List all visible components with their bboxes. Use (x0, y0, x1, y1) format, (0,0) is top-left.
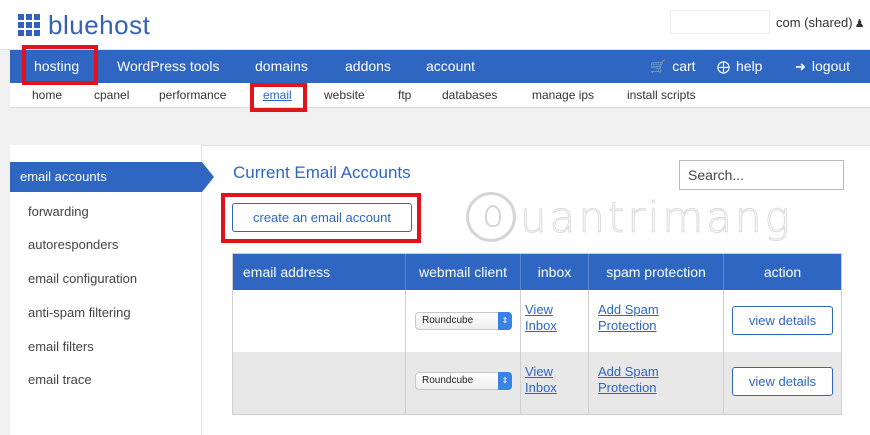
inbox-cell: View Inbox (521, 352, 589, 414)
column-header-email-address[interactable]: email address (233, 254, 406, 290)
action-cell: view details (724, 352, 841, 414)
spam-protection-cell: Add Spam Protection (589, 290, 724, 352)
sidebar-item-anti-spam-filtering[interactable]: anti-spam filtering (18, 298, 210, 328)
main-nav: hosting WordPress tools domains addons a… (10, 50, 870, 83)
nav-item-wordpress-tools[interactable]: WordPress tools (117, 50, 219, 83)
email-address-cell (233, 290, 406, 352)
webmail-cell: Roundcube ⇕ (406, 352, 521, 414)
webmail-client-select[interactable]: Roundcube ⇕ (415, 312, 512, 330)
cart-label: cart (672, 58, 696, 74)
view-inbox-line2: Inbox (525, 380, 557, 395)
sidebar-item-label: email accounts (20, 169, 107, 184)
column-header-spam-protection[interactable]: spam protection (589, 254, 724, 290)
webmail-cell: Roundcube ⇕ (406, 290, 521, 352)
add-spam-line2: Protection (598, 380, 657, 395)
add-spam-protection-link[interactable]: Add Spam Protection (598, 364, 659, 396)
subnav-item-databases[interactable]: databases (442, 83, 497, 108)
user-icon: ♟ (854, 18, 865, 30)
nav-logout[interactable]: ➜ logout (795, 50, 850, 83)
sidebar-item-email-accounts[interactable]: email accounts (10, 162, 214, 192)
sub-nav: home cpanel performance email website ft… (10, 83, 870, 108)
search-input[interactable] (679, 160, 844, 190)
subnav-item-website[interactable]: website (324, 83, 365, 108)
column-header-webmail-client[interactable]: webmail client (406, 254, 521, 290)
view-details-button[interactable]: view details (732, 367, 833, 396)
nav-item-domains[interactable]: domains (255, 50, 308, 83)
active-arrow-icon (202, 162, 214, 192)
subnav-item-cpanel[interactable]: cpanel (94, 83, 129, 108)
select-arrows-icon: ⇕ (498, 312, 512, 330)
select-arrows-icon: ⇕ (498, 372, 512, 390)
nav-item-hosting[interactable]: hosting (34, 50, 79, 83)
page-title: Current Email Accounts (233, 163, 411, 182)
lightbulb-icon (466, 192, 516, 242)
help-icon: ⨁ (717, 59, 730, 74)
action-cell: view details (724, 290, 841, 352)
account-label[interactable]: com (shared) ♟ (776, 15, 864, 30)
subnav-item-home[interactable]: home (32, 83, 62, 108)
watermark-text: uantrimang (520, 192, 793, 242)
subnav-item-manage-ips[interactable]: manage ips (532, 83, 594, 108)
view-inbox-line1: View (525, 364, 553, 379)
logout-label: logout (811, 58, 851, 74)
logo-text: bluehost (48, 10, 151, 40)
table-row: Roundcube ⇕ View Inbox Add Spam Protecti… (233, 352, 841, 414)
account-name-box (670, 10, 770, 34)
logout-icon: ➜ (795, 59, 806, 74)
logo-grid-icon (18, 14, 40, 36)
view-inbox-link[interactable]: View Inbox (525, 364, 557, 396)
view-inbox-line1: View (525, 302, 553, 317)
sidebar-item-email-filters[interactable]: email filters (18, 332, 210, 362)
email-address-cell (233, 352, 406, 414)
top-header: bluehost com (shared) ♟ (0, 0, 870, 50)
subnav-item-email[interactable]: email (263, 83, 292, 108)
nav-help[interactable]: ⨁ help (717, 50, 762, 83)
add-spam-line2: Protection (598, 318, 657, 333)
email-sidebar: email accounts forwarding autoresponders… (10, 145, 214, 435)
account-domain-text: com (shared) (776, 15, 853, 30)
sidebar-item-email-configuration[interactable]: email configuration (18, 264, 210, 294)
add-spam-protection-link[interactable]: Add Spam Protection (598, 302, 659, 334)
table-row: Roundcube ⇕ View Inbox Add Spam Protecti… (233, 290, 841, 352)
spam-protection-cell: Add Spam Protection (589, 352, 724, 414)
webmail-client-value: Roundcube (422, 315, 474, 326)
view-inbox-link[interactable]: View Inbox (525, 302, 557, 334)
watermark: uantrimang (466, 192, 793, 242)
add-spam-line1: Add Spam (598, 364, 659, 379)
sidebar-item-forwarding[interactable]: forwarding (18, 197, 210, 227)
add-spam-line1: Add Spam (598, 302, 659, 317)
create-email-account-button[interactable]: create an email account (232, 203, 412, 232)
sidebar-item-email-trace[interactable]: email trace (18, 365, 210, 395)
inbox-cell: View Inbox (521, 290, 589, 352)
sidebar-item-autoresponders[interactable]: autoresponders (18, 230, 210, 260)
subnav-item-install-scripts[interactable]: install scripts (627, 83, 696, 108)
page: bluehost com (shared) ♟ hosting WordPress… (0, 0, 870, 435)
column-header-action[interactable]: action (724, 254, 841, 290)
subnav-item-ftp[interactable]: ftp (398, 83, 411, 108)
webmail-client-select[interactable]: Roundcube ⇕ (415, 372, 512, 390)
column-header-inbox[interactable]: inbox (521, 254, 589, 290)
view-inbox-line2: Inbox (525, 318, 557, 333)
subnav-item-performance[interactable]: performance (159, 83, 226, 108)
nav-item-addons[interactable]: addons (345, 50, 391, 83)
webmail-client-value: Roundcube (422, 375, 474, 386)
nav-cart[interactable]: 🛒 cart (650, 50, 696, 83)
view-details-button[interactable]: view details (732, 306, 833, 335)
nav-item-account[interactable]: account (426, 50, 475, 83)
bluehost-logo[interactable]: bluehost (18, 12, 150, 38)
cart-icon: 🛒 (650, 59, 667, 74)
help-label: help (736, 58, 763, 74)
email-accounts-table: email address webmail client inbox spam … (232, 253, 842, 415)
